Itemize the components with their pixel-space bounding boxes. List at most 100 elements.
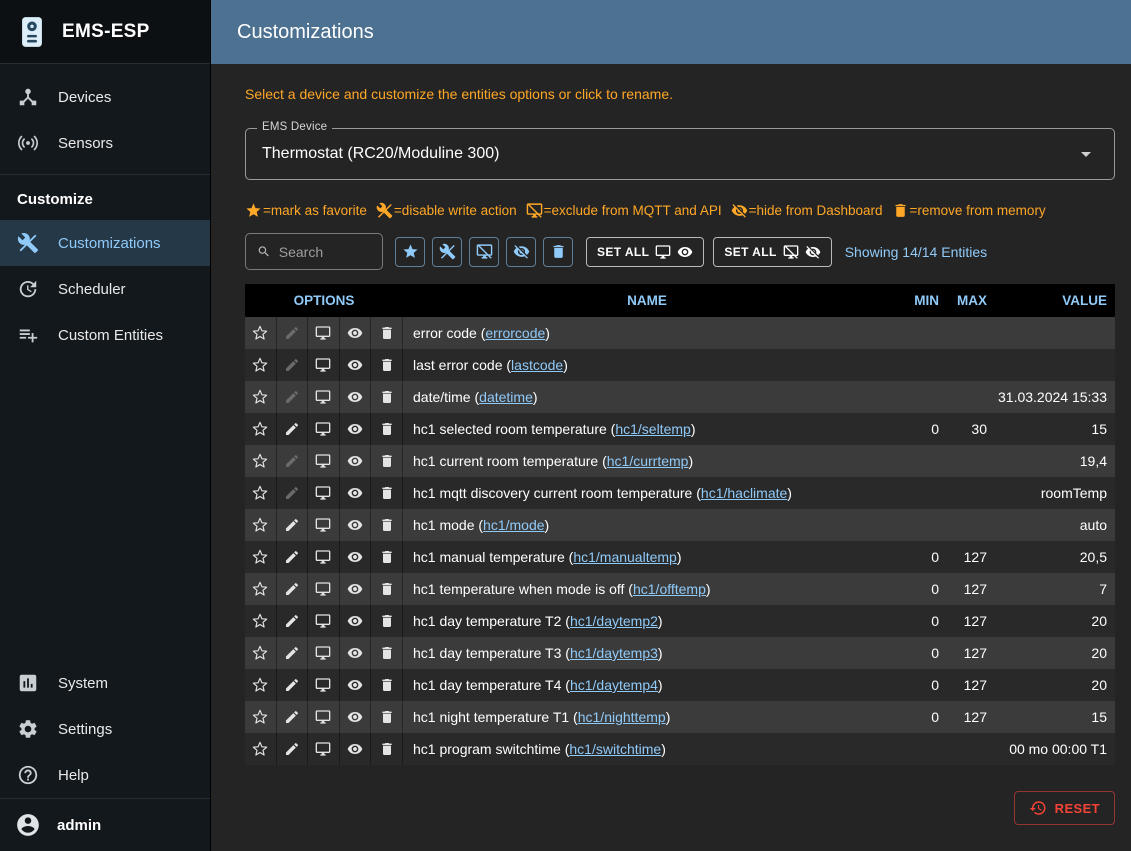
exclude-mqtt-icon-button[interactable]: [308, 669, 340, 701]
delete-icon-button[interactable]: [371, 637, 403, 669]
favorite-icon-button[interactable]: [245, 317, 277, 349]
visibility-icon-button[interactable]: [340, 477, 372, 509]
favorite-icon-button[interactable]: [245, 701, 277, 733]
edit-icon-button[interactable]: [277, 509, 309, 541]
entity-shortname-link[interactable]: hc1/currtemp: [607, 453, 689, 469]
entity-shortname-link[interactable]: hc1/daytemp4: [570, 677, 658, 693]
search-box[interactable]: [245, 233, 383, 270]
exclude-mqtt-filter-button[interactable]: [469, 237, 499, 267]
favorite-icon-button[interactable]: [245, 541, 277, 573]
exclude-mqtt-icon-button[interactable]: [308, 637, 340, 669]
sidebar-item-help[interactable]: Help: [0, 752, 210, 798]
favorite-icon-button[interactable]: [245, 509, 277, 541]
hide-dashboard-filter-button[interactable]: [506, 237, 536, 267]
visibility-icon-button[interactable]: [340, 573, 372, 605]
remove-memory-filter-button[interactable]: [543, 237, 573, 267]
edit-icon-button[interactable]: [277, 541, 309, 573]
entity-shortname-link[interactable]: hc1/daytemp2: [570, 613, 658, 629]
disable-write-filter-button[interactable]: [432, 237, 462, 267]
favorite-icon-button[interactable]: [245, 573, 277, 605]
delete-icon-button[interactable]: [371, 605, 403, 637]
exclude-mqtt-icon-button[interactable]: [308, 509, 340, 541]
ems-device-select[interactable]: EMS Device Thermostat (RC20/Moduline 300…: [245, 128, 1115, 180]
visibility-icon-button[interactable]: [340, 701, 372, 733]
set-all-hide-button[interactable]: SET ALL: [713, 237, 831, 267]
favorite-icon-button[interactable]: [245, 477, 277, 509]
visibility-icon-button[interactable]: [340, 349, 372, 381]
exclude-mqtt-icon-button[interactable]: [308, 573, 340, 605]
search-input[interactable]: [279, 244, 371, 260]
sidebar-user-admin[interactable]: admin: [0, 799, 210, 851]
exclude-mqtt-icon-button[interactable]: [308, 381, 340, 413]
delete-icon-button[interactable]: [371, 541, 403, 573]
delete-icon-button[interactable]: [371, 317, 403, 349]
edit-icon-button[interactable]: [277, 445, 309, 477]
visibility-icon-button[interactable]: [340, 413, 372, 445]
delete-icon-button[interactable]: [371, 445, 403, 477]
edit-icon-button[interactable]: [277, 701, 309, 733]
entity-shortname-link[interactable]: hc1/offtemp: [633, 581, 706, 597]
visibility-icon-button[interactable]: [340, 605, 372, 637]
delete-icon-button[interactable]: [371, 669, 403, 701]
delete-icon-button[interactable]: [371, 733, 403, 765]
edit-icon-button[interactable]: [277, 637, 309, 669]
edit-icon-button[interactable]: [277, 573, 309, 605]
entity-shortname-link[interactable]: hc1/daytemp3: [570, 645, 658, 661]
delete-icon-button[interactable]: [371, 477, 403, 509]
sidebar-item-custom-entities[interactable]: Custom Entities: [0, 312, 210, 358]
exclude-mqtt-icon-button[interactable]: [308, 349, 340, 381]
entity-shortname-link[interactable]: hc1/haclimate: [701, 485, 787, 501]
exclude-mqtt-icon-button[interactable]: [308, 733, 340, 765]
visibility-icon-button[interactable]: [340, 637, 372, 669]
delete-icon-button[interactable]: [371, 413, 403, 445]
reset-button[interactable]: RESET: [1014, 791, 1115, 825]
visibility-icon-button[interactable]: [340, 733, 372, 765]
edit-icon-button[interactable]: [277, 669, 309, 701]
sidebar-item-scheduler[interactable]: Scheduler: [0, 266, 210, 312]
visibility-icon-button[interactable]: [340, 445, 372, 477]
favorite-icon-button[interactable]: [245, 637, 277, 669]
entity-shortname-link[interactable]: lastcode: [511, 357, 563, 373]
exclude-mqtt-icon-button[interactable]: [308, 701, 340, 733]
edit-icon-button[interactable]: [277, 733, 309, 765]
entity-shortname-link[interactable]: errorcode: [485, 325, 545, 341]
favorite-icon-button[interactable]: [245, 733, 277, 765]
favorite-icon-button[interactable]: [245, 413, 277, 445]
visibility-icon-button[interactable]: [340, 541, 372, 573]
exclude-mqtt-icon-button[interactable]: [308, 541, 340, 573]
favorite-icon-button[interactable]: [245, 381, 277, 413]
favorite-icon-button[interactable]: [245, 445, 277, 477]
visibility-icon-button[interactable]: [340, 317, 372, 349]
edit-icon-button[interactable]: [277, 317, 309, 349]
sidebar-item-customizations[interactable]: Customizations: [0, 220, 210, 266]
edit-icon-button[interactable]: [277, 349, 309, 381]
entity-shortname-link[interactable]: datetime: [479, 389, 533, 405]
delete-icon-button[interactable]: [371, 509, 403, 541]
sidebar-item-settings[interactable]: Settings: [0, 706, 210, 752]
favorite-icon-button[interactable]: [245, 605, 277, 637]
exclude-mqtt-icon-button[interactable]: [308, 317, 340, 349]
edit-icon-button[interactable]: [277, 381, 309, 413]
edit-icon-button[interactable]: [277, 413, 309, 445]
entity-shortname-link[interactable]: hc1/switchtime: [569, 741, 661, 757]
edit-icon-button[interactable]: [277, 477, 309, 509]
entity-shortname-link[interactable]: hc1/mode: [483, 517, 544, 533]
exclude-mqtt-icon-button[interactable]: [308, 477, 340, 509]
delete-icon-button[interactable]: [371, 381, 403, 413]
exclude-mqtt-icon-button[interactable]: [308, 445, 340, 477]
set-all-show-button[interactable]: SET ALL: [586, 237, 704, 267]
visibility-icon-button[interactable]: [340, 509, 372, 541]
exclude-mqtt-icon-button[interactable]: [308, 605, 340, 637]
sidebar-item-devices[interactable]: Devices: [0, 74, 210, 120]
edit-icon-button[interactable]: [277, 605, 309, 637]
entity-shortname-link[interactable]: hc1/nighttemp: [578, 709, 666, 725]
delete-icon-button[interactable]: [371, 701, 403, 733]
exclude-mqtt-icon-button[interactable]: [308, 413, 340, 445]
sidebar-item-sensors[interactable]: Sensors: [0, 120, 210, 166]
entity-shortname-link[interactable]: hc1/manualtemp: [573, 549, 677, 565]
visibility-icon-button[interactable]: [340, 381, 372, 413]
delete-icon-button[interactable]: [371, 573, 403, 605]
delete-icon-button[interactable]: [371, 349, 403, 381]
entity-shortname-link[interactable]: hc1/seltemp: [615, 421, 690, 437]
favorite-filter-button[interactable]: [395, 237, 425, 267]
